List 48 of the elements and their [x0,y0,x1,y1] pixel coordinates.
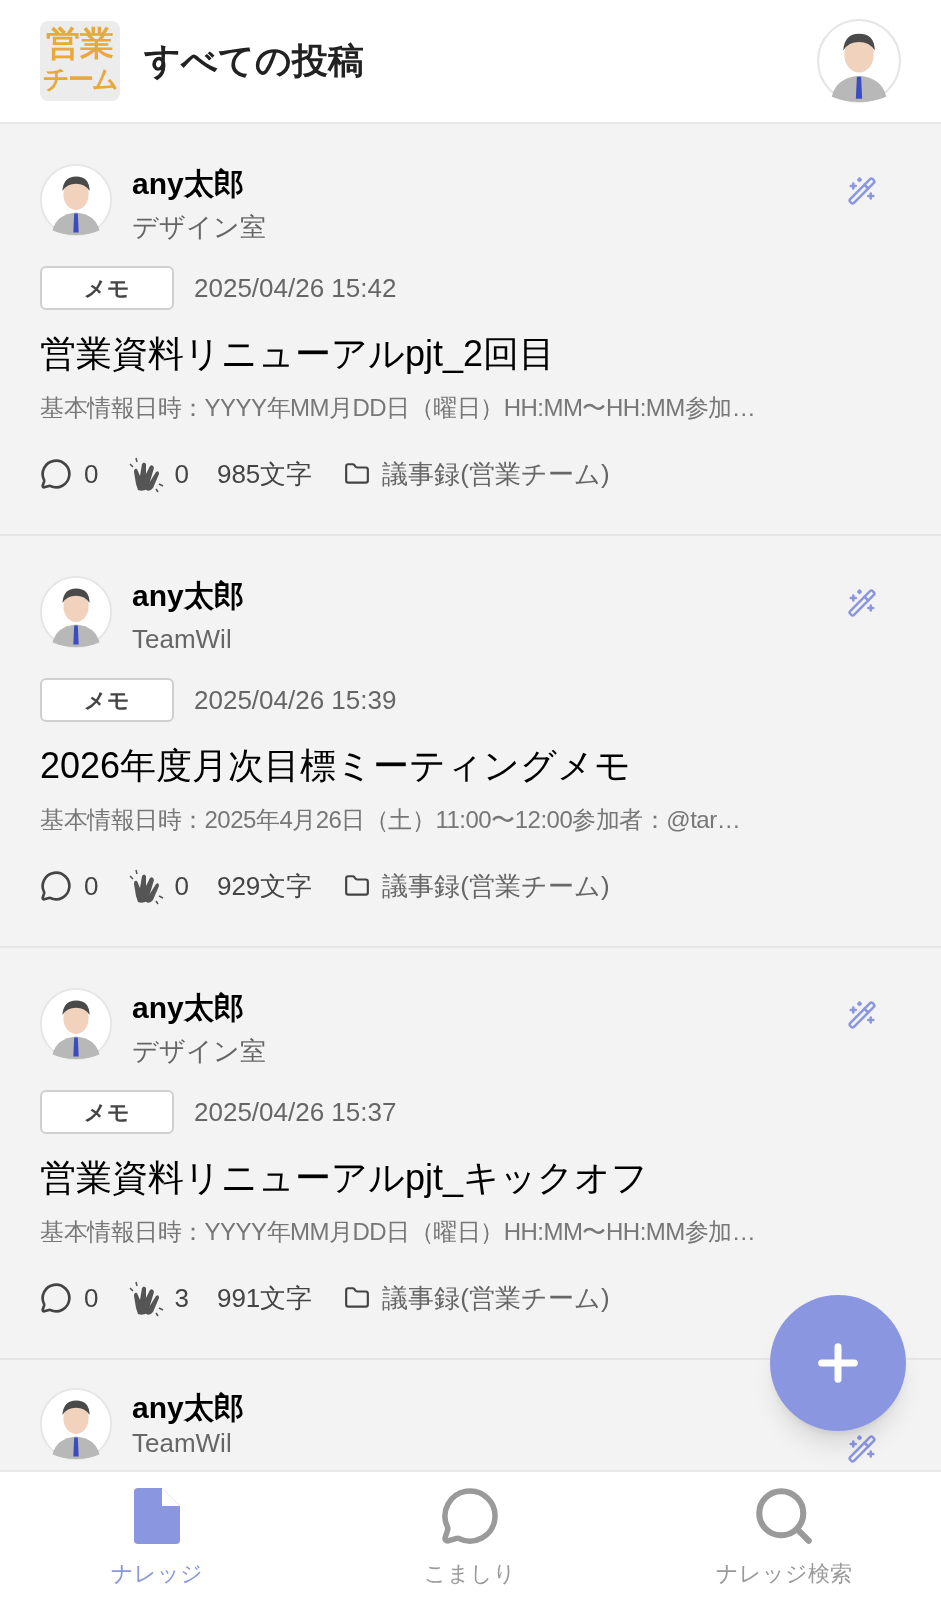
folder-name[interactable]: 議事録(営業チーム) [382,454,610,494]
avatar [40,1388,112,1460]
post-date: 2025/04/26 15:39 [194,683,397,717]
memo-tag: メモ [40,678,174,722]
memo-tag: メモ [40,1090,174,1134]
logo-text: 営業 [46,25,114,61]
chat-icon [440,1485,501,1546]
post-title[interactable]: 2026年度月次目標ミーティングメモ [40,742,901,790]
author-name: any太郎 [132,578,244,614]
team-name: TeamWil [132,1428,233,1458]
comment-icon[interactable] [40,458,72,490]
character-count: 991文字 [216,1281,313,1315]
page-title: すべての投稿 [144,39,364,83]
post-title[interactable]: 営業資料リニューアルpjt_2回目 [40,330,901,378]
comment-icon[interactable] [40,1282,72,1314]
post-preview: 基本情報日時：YYYY年MM月DD日（曜日）HH:MM〜HH:MM参加… [40,1217,757,1247]
character-count: 929文字 [216,869,313,903]
team-name: デザイン室 [132,1035,266,1068]
avatar [40,988,112,1060]
author-name: any太郎 [132,990,245,1026]
comment-icon[interactable] [40,870,72,902]
team-name: デザイン室 [132,211,266,244]
folder-icon [344,1285,371,1311]
clap-count: 0 [174,457,189,491]
folder-icon [344,461,371,487]
post-title[interactable]: 営業資料リニューアルpjt_キックオフ [40,1154,901,1202]
comment-count: 0 [84,1281,99,1315]
post-preview: 基本情報日時：2025年4月26日（土）11:00〜12:00参加者：@tar… [40,805,742,835]
post-preview: 基本情報日時：YYYY年MM月DD日（曜日）HH:MM〜HH:MM参加… [40,393,757,423]
document-icon [133,1487,180,1544]
avatar [40,576,112,648]
folder-icon [344,873,371,899]
folder-name[interactable]: 議事録(営業チーム) [382,866,610,906]
character-count: 985文字 [216,457,313,491]
avatar [40,164,112,236]
clap-count: 3 [174,1281,189,1315]
team-name: TeamWil [132,623,233,656]
memo-tag: メモ [40,266,174,310]
folder-name[interactable]: 議事録(営業チーム) [382,1278,610,1318]
logo-text: チーム [43,63,117,96]
post-date: 2025/04/26 15:37 [194,1095,397,1129]
comment-count: 0 [84,869,99,903]
comment-count: 0 [84,457,99,491]
clap-count: 0 [174,869,189,903]
magic-wand-icon[interactable] [847,1434,877,1464]
author-name: any太郎 [132,1390,244,1426]
post-date: 2025/04/26 15:42 [194,271,397,305]
author-name: any太郎 [132,166,245,202]
